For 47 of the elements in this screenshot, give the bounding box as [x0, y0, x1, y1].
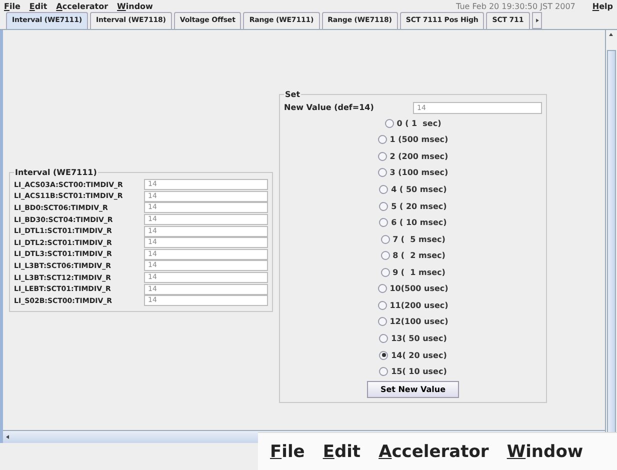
option-label: 13( 50 usec)	[391, 334, 447, 343]
radio-button[interactable]	[380, 234, 390, 244]
option-label: 8 ( 2 msec)	[392, 251, 446, 260]
menu-item[interactable]: Edit	[322, 442, 361, 462]
option-label: 6 ( 10 msec)	[391, 218, 447, 228]
menu-item[interactable]: Window	[117, 2, 153, 10]
menu-item[interactable]: File	[270, 442, 305, 462]
option-label: 4 ( 50 msec)	[391, 184, 447, 194]
panel-title: Interval (WE7111)	[14, 168, 98, 177]
radio-button[interactable]	[379, 350, 388, 360]
menu-item[interactable]: Accelerator	[378, 442, 489, 462]
radio-button[interactable]	[384, 118, 394, 128]
option-label: 10(500 usec)	[390, 284, 448, 294]
radio-button[interactable]	[379, 184, 388, 194]
radio-button[interactable]	[379, 202, 388, 210]
set-new-value-button[interactable]: Set New Value	[367, 380, 459, 398]
menu-item[interactable]: Help	[592, 2, 613, 10]
menu-item[interactable]: File	[4, 2, 20, 10]
radio-button[interactable]	[378, 135, 387, 144]
option-label: 3 (100 msec)	[390, 168, 448, 178]
option-label: 12(100 usec)	[390, 317, 448, 326]
radio-button[interactable]	[378, 317, 387, 326]
option-label: 2 (200 msec)	[390, 152, 448, 161]
option-label: 0 ( 1 sec)	[396, 118, 442, 128]
option-label: 5 ( 20 msec)	[391, 202, 447, 210]
radio-button[interactable]	[378, 284, 387, 294]
option-label: 9 ( 1 msec)	[392, 268, 446, 277]
menu-item[interactable]: Accelerator	[56, 2, 108, 10]
clock-text: Tue Feb 20 19:30:50 JST 2007	[456, 2, 576, 10]
menu-item[interactable]: Edit	[29, 2, 48, 10]
radio-button[interactable]	[378, 152, 387, 161]
radio-button[interactable]	[380, 268, 390, 277]
new-value-label: New Value (def=14)	[284, 103, 375, 112]
radio-button[interactable]	[379, 367, 388, 376]
radio-button[interactable]	[379, 334, 388, 343]
option-label: 15( 10 usec)	[391, 367, 447, 376]
menu-item[interactable]: Window	[506, 442, 584, 462]
option-label: 11(200 usec)	[390, 300, 448, 310]
radio-button[interactable]	[379, 218, 388, 228]
radio-button[interactable]	[380, 251, 390, 260]
option-label: 1 (500 msec)	[390, 135, 448, 144]
radio-button[interactable]	[378, 300, 387, 310]
tab-scroll-icon[interactable]	[532, 12, 542, 29]
option-label: 7 ( 5 msec)	[392, 234, 446, 244]
panel-title: Set	[284, 90, 302, 99]
option-label: 14( 20 usec)	[391, 350, 447, 360]
radio-button[interactable]	[378, 168, 387, 178]
